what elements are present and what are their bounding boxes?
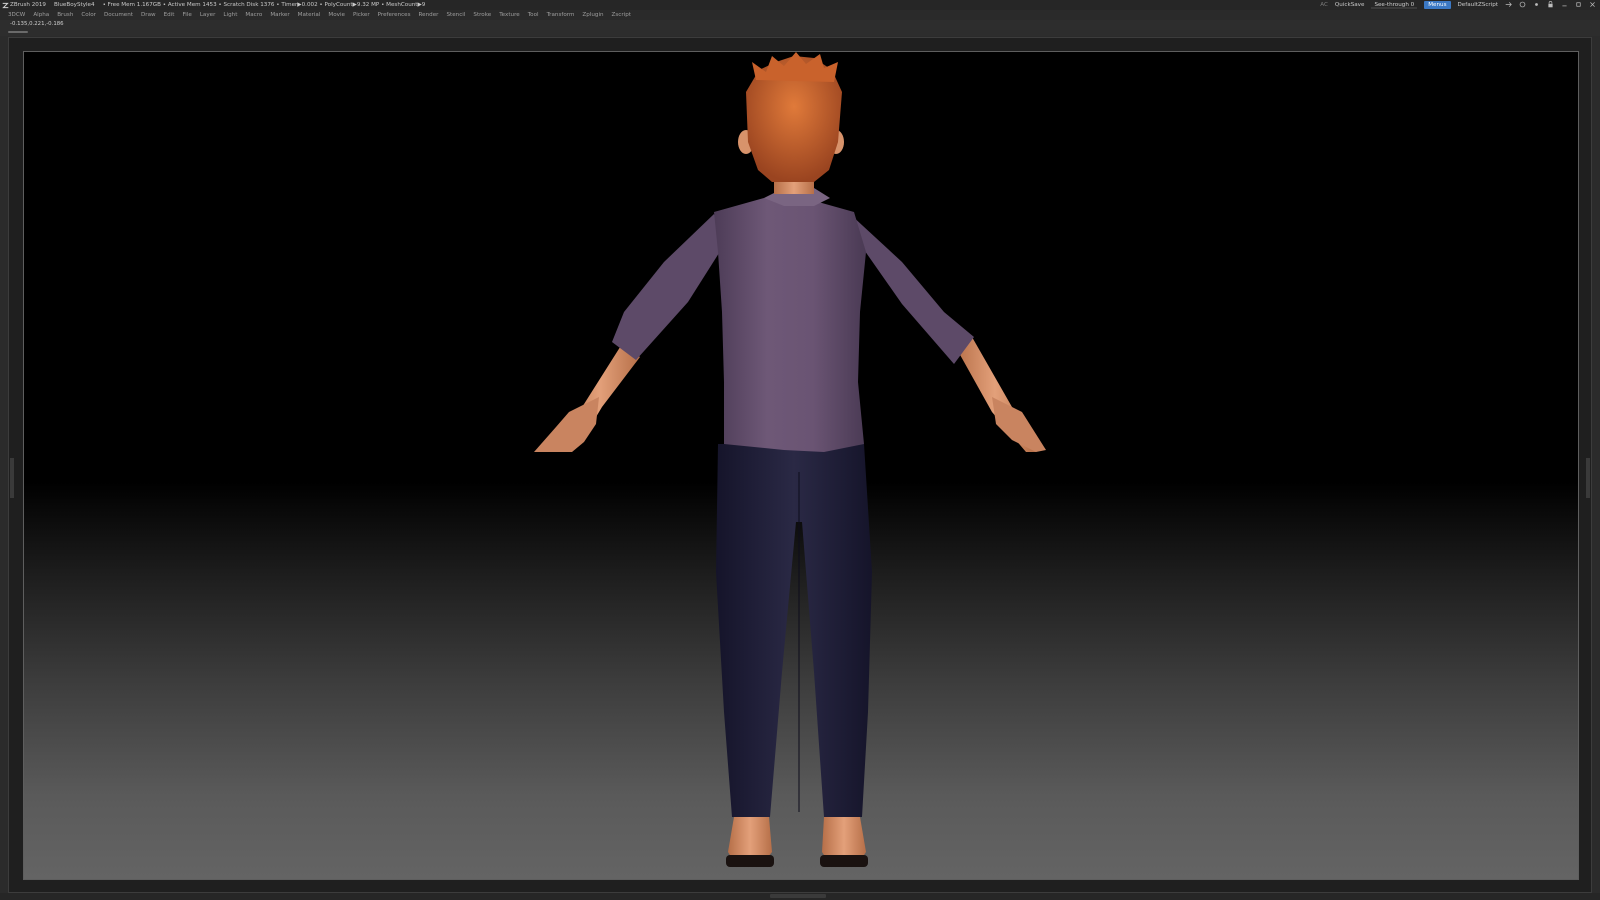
minimize-icon[interactable] (1561, 1, 1568, 10)
restore-icon[interactable] (1575, 1, 1582, 10)
right-tray-handle[interactable] (1586, 458, 1590, 498)
see-through-track (1371, 7, 1418, 9)
memory-stats: • Free Mem 1.167GB • Active Mem 1453 • S… (102, 2, 426, 8)
menu-macro[interactable]: Macro (245, 12, 262, 18)
menu-picker[interactable]: Picker (353, 12, 370, 18)
titlebar-right-controls: AC QuickSave See-through 0 Menus Default… (1320, 0, 1596, 10)
menu-transform[interactable]: Transform (547, 12, 575, 18)
main-menu-bar: 3DCW Alpha Brush Color Document Draw Edit File L… (0, 10, 1600, 20)
tray-scroll-handle[interactable] (8, 31, 28, 33)
feet (726, 817, 868, 867)
bottom-tray-handle[interactable] (770, 894, 826, 898)
menu-movie[interactable]: Movie (328, 12, 345, 18)
menu-texture[interactable]: Texture (499, 12, 519, 18)
menu-render[interactable]: Render (419, 12, 439, 18)
menu-material[interactable]: Material (298, 12, 321, 18)
zbrush-logo-icon (0, 0, 10, 10)
menu-marker[interactable]: Marker (270, 12, 289, 18)
arrows-icon[interactable] (1505, 1, 1512, 10)
head (738, 52, 844, 194)
left-tray-handle[interactable] (10, 458, 14, 498)
ac-button[interactable]: AC (1320, 2, 1328, 8)
menu-tool[interactable]: Tool (528, 12, 539, 18)
help-icon[interactable] (1519, 1, 1526, 10)
menu-stroke[interactable]: Stroke (473, 12, 491, 18)
ui-style-name[interactable]: BlueBoyStyle4 (54, 2, 95, 8)
viewport-canvas[interactable] (23, 51, 1579, 880)
menu-alpha[interactable]: Alpha (33, 12, 49, 18)
menu-edit[interactable]: Edit (164, 12, 175, 18)
document-area (8, 37, 1592, 893)
close-icon[interactable] (1589, 1, 1596, 10)
menu-document[interactable]: Document (104, 12, 133, 18)
cursor-coordinates: -0.135,0.221,-0.186 (10, 21, 64, 27)
settings-icon[interactable] (1533, 1, 1540, 10)
menu-preferences[interactable]: Preferences (378, 12, 411, 18)
menu-zplugin[interactable]: Zplugin (582, 12, 603, 18)
menu-stencil[interactable]: Stencil (446, 12, 465, 18)
quicksave-button[interactable]: QuickSave (1335, 2, 1365, 8)
lock-icon[interactable] (1547, 0, 1554, 10)
pants (716, 444, 872, 817)
menu-light[interactable]: Light (223, 12, 237, 18)
see-through-slider[interactable]: See-through 0 (1371, 2, 1418, 9)
menu-layer[interactable]: Layer (200, 12, 216, 18)
menu-file[interactable]: File (182, 12, 191, 18)
menu-brush[interactable]: Brush (57, 12, 73, 18)
menu-draw[interactable]: Draw (141, 12, 156, 18)
menu-3dcw[interactable]: 3DCW (8, 12, 25, 18)
default-zscript-button[interactable]: DefaultZScript (1458, 2, 1499, 8)
shirt (714, 188, 866, 452)
info-line: -0.135,0.221,-0.186 (0, 20, 1600, 36)
title-bar: ZBrush 2019 BlueBoyStyle4 • Free Mem 1.1… (0, 0, 1600, 10)
menu-color[interactable]: Color (81, 12, 96, 18)
menu-zscript[interactable]: Zscript (612, 12, 631, 18)
character-model (534, 52, 1046, 867)
app-title: ZBrush 2019 (10, 2, 46, 8)
menus-button[interactable]: Menus (1424, 1, 1451, 9)
